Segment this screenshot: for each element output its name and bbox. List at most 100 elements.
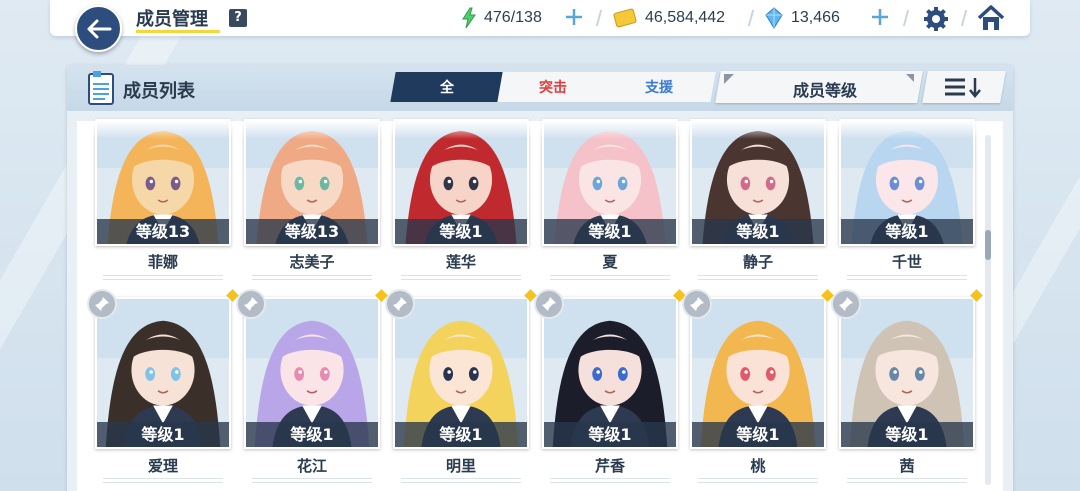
member-portrait-frame: 等级1 — [95, 297, 231, 449]
member-level: 等级13 — [97, 219, 229, 244]
member-name: 茜 — [899, 457, 915, 475]
credits-display: 46,584,442 — [613, 6, 725, 30]
add-stamina-button[interactable] — [563, 6, 585, 28]
member-level: 等级1 — [692, 422, 824, 447]
member-card[interactable]: 等级1 千世 — [839, 119, 975, 280]
member-card[interactable]: 等级1 明里 — [385, 289, 537, 483]
sort-order-button[interactable] — [922, 71, 1006, 103]
gems-value: 13,466 — [791, 9, 840, 26]
filter-icon — [724, 74, 734, 84]
tab-all[interactable]: 全 — [390, 72, 504, 102]
member-name: 爱理 — [147, 457, 178, 475]
member-name: 明里 — [445, 457, 476, 475]
scrollbar-thumb[interactable] — [985, 230, 991, 260]
member-level: 等级1 — [97, 422, 229, 447]
member-level: 等级1 — [395, 422, 527, 447]
pin-icon[interactable] — [385, 289, 415, 319]
member-portrait-frame: 等级1 — [542, 297, 678, 449]
arrow-left-icon — [87, 19, 111, 38]
sort-label: 成员等级 — [792, 81, 857, 100]
gems-display: 13,466 — [765, 6, 840, 30]
help-button[interactable]: ? — [229, 9, 247, 27]
member-level: 等级1 — [692, 219, 824, 244]
member-card[interactable]: 等级1 静子 — [690, 119, 826, 280]
pin-icon[interactable] — [87, 289, 117, 319]
name-divider — [103, 482, 223, 483]
gear-icon[interactable] — [922, 5, 950, 33]
member-card[interactable]: 等级1 桃 — [682, 289, 834, 483]
member-name: 静子 — [742, 253, 773, 271]
pushpin-icon — [244, 297, 258, 311]
pin-icon[interactable] — [682, 289, 712, 319]
member-name: 志美子 — [289, 253, 335, 271]
member-name: 夏 — [602, 253, 618, 271]
tab-striker-label: 突击 — [539, 80, 567, 96]
credit-icon — [613, 8, 637, 28]
name-divider — [550, 478, 670, 479]
page-title: 成员管理 — [136, 9, 208, 30]
member-level: 等级1 — [395, 219, 527, 244]
name-divider — [847, 482, 967, 483]
member-portrait-frame: 等级1 — [690, 297, 826, 449]
member-name: 桃 — [750, 457, 766, 475]
scrollbar-track[interactable] — [985, 135, 991, 485]
member-card[interactable]: 等级1 芹香 — [534, 289, 686, 483]
name-divider — [103, 478, 223, 479]
name-divider — [550, 279, 670, 280]
member-card[interactable]: 等级1 爱理 — [87, 289, 239, 483]
tab-all-label: 全 — [440, 80, 454, 96]
member-card[interactable]: 等级1 莲华 — [393, 119, 529, 280]
tab-special[interactable]: 支援 — [602, 72, 716, 102]
name-divider — [698, 279, 818, 280]
member-name: 菲娜 — [147, 253, 178, 271]
name-divider — [252, 482, 372, 483]
add-gems-button[interactable] — [869, 6, 891, 28]
name-divider — [252, 279, 372, 280]
tab-striker[interactable]: 突击 — [497, 72, 609, 102]
stamina-display: 476/138 — [460, 6, 542, 30]
sort-descending-icon — [945, 78, 981, 98]
member-name: 花江 — [296, 457, 327, 475]
member-portrait-frame: 等级1 — [244, 297, 380, 449]
name-divider — [103, 275, 223, 276]
member-level: 等级1 — [841, 422, 973, 447]
name-divider — [847, 478, 967, 479]
name-divider — [698, 275, 818, 276]
name-divider — [401, 482, 521, 483]
pushpin-icon — [393, 297, 407, 311]
back-button[interactable] — [75, 5, 122, 52]
name-divider — [550, 482, 670, 483]
member-level: 等级1 — [246, 422, 378, 447]
panel-title: 成员列表 — [123, 81, 195, 102]
home-icon[interactable] — [976, 4, 1006, 32]
member-name: 芹香 — [594, 457, 625, 475]
pushpin-icon — [690, 297, 704, 311]
name-divider — [103, 279, 223, 280]
title-underline — [136, 30, 220, 33]
member-card[interactable]: 等级1 花江 — [236, 289, 388, 483]
lightning-icon — [462, 7, 476, 29]
stamina-value: 476/138 — [484, 9, 542, 26]
tab-special-label: 支援 — [645, 80, 673, 96]
name-divider — [847, 279, 967, 280]
member-card[interactable]: 等级13 志美子 — [244, 119, 380, 280]
pin-icon[interactable] — [534, 289, 564, 319]
pushpin-icon — [839, 297, 853, 311]
pushpin-icon — [95, 297, 109, 311]
name-divider — [252, 275, 372, 276]
name-divider — [401, 478, 521, 479]
member-portrait-frame: 等级1 — [393, 297, 529, 449]
member-name: 千世 — [891, 253, 922, 271]
member-level: 等级1 — [841, 219, 973, 244]
member-card-icon — [88, 71, 114, 105]
name-divider — [698, 478, 818, 479]
member-card[interactable]: 等级1 夏 — [542, 119, 678, 280]
member-card[interactable]: 等级13 菲娜 — [95, 119, 231, 280]
member-level: 等级1 — [544, 422, 676, 447]
pin-icon[interactable] — [831, 289, 861, 319]
member-card[interactable]: 等级1 茜 — [831, 289, 983, 483]
pin-icon[interactable] — [236, 289, 266, 319]
name-divider — [401, 279, 521, 280]
gem-icon — [765, 7, 783, 29]
member-portrait-frame: 等级1 — [839, 297, 975, 449]
